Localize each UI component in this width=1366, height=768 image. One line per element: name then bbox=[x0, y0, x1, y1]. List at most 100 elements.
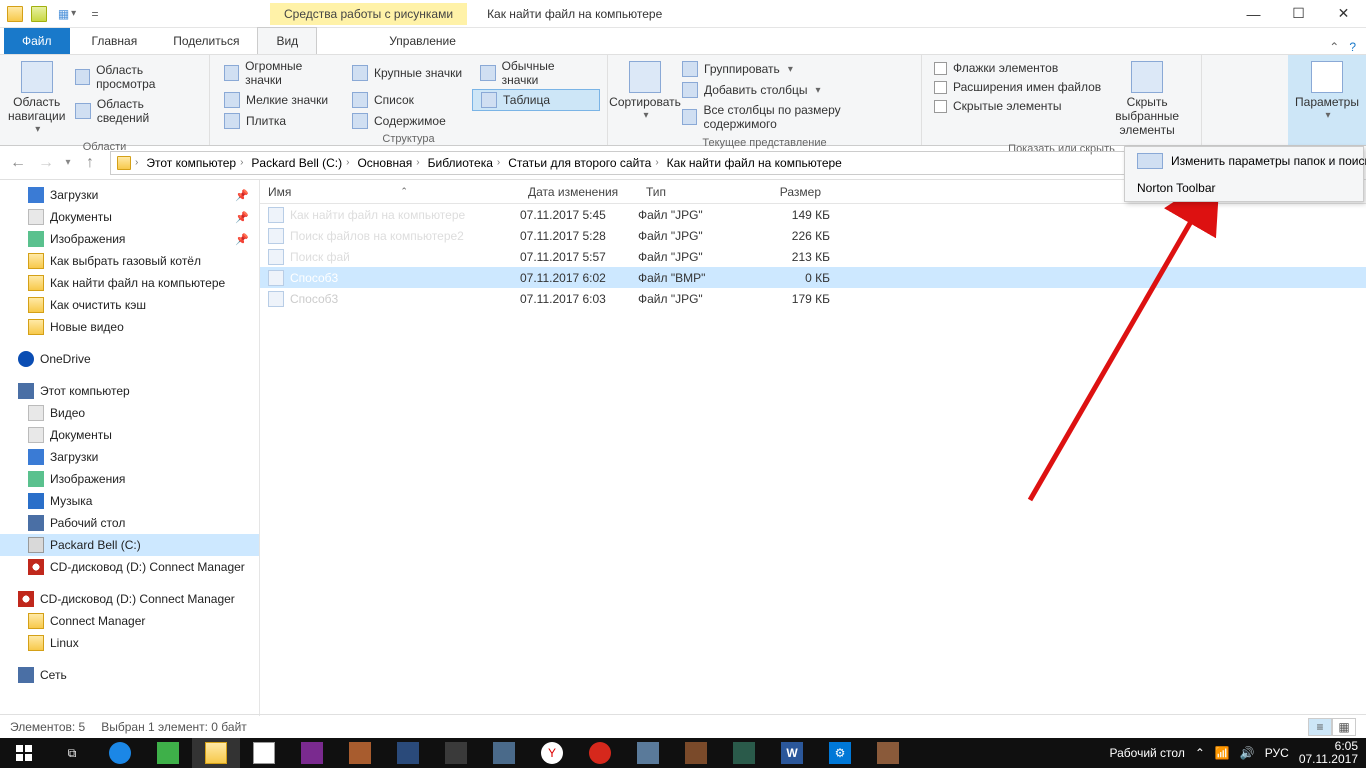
qat-overflow[interactable]: = bbox=[84, 3, 106, 25]
file-row[interactable]: Как найти файл на компьютере 07.11.2017 … bbox=[260, 204, 1366, 225]
tb-app[interactable] bbox=[672, 738, 720, 768]
tray-clock[interactable]: 6:0507.11.2017 bbox=[1299, 740, 1358, 766]
taskview-icon[interactable]: ⧉ bbox=[48, 738, 96, 768]
filename-extensions-toggle[interactable]: Расширения имен файлов bbox=[930, 78, 1105, 96]
tb-store[interactable] bbox=[240, 738, 288, 768]
show-desktop-label[interactable]: Рабочий стол bbox=[1110, 746, 1185, 760]
tree-item[interactable]: Как выбрать газовый котёл bbox=[0, 250, 259, 272]
item-checkboxes-toggle[interactable]: Флажки элементов bbox=[930, 59, 1105, 77]
tb-edge[interactable] bbox=[96, 738, 144, 768]
file-row[interactable]: Способ3 07.11.2017 6:02Файл "BMP"0 КБ bbox=[260, 267, 1366, 288]
navigation-pane-button[interactable]: Область навигации▾ bbox=[6, 57, 67, 139]
layout-small[interactable]: Мелкие значки bbox=[216, 89, 344, 111]
change-folder-options[interactable]: Изменить параметры папок и поиска bbox=[1125, 147, 1363, 175]
help-icon[interactable]: ? bbox=[1349, 40, 1356, 54]
tree-dvd2[interactable]: CD-дисковод (D:) Connect Manager bbox=[0, 588, 259, 610]
layout-huge[interactable]: Огромные значки bbox=[216, 57, 344, 89]
col-size[interactable]: Размер bbox=[758, 185, 830, 199]
col-type[interactable]: Тип bbox=[638, 185, 758, 199]
start-button[interactable] bbox=[0, 738, 48, 768]
file-row[interactable]: Способ3 07.11.2017 6:03Файл "JPG"179 КБ bbox=[260, 288, 1366, 309]
tb-app[interactable] bbox=[288, 738, 336, 768]
tree-cm[interactable]: Connect Manager bbox=[0, 610, 259, 632]
preview-pane-button[interactable]: Область просмотра bbox=[71, 61, 199, 93]
tree-documents2[interactable]: Документы bbox=[0, 424, 259, 446]
layout-tiles[interactable]: Плитка bbox=[216, 111, 344, 131]
col-name[interactable]: Имя⌃ bbox=[260, 185, 520, 199]
pin-icon[interactable] bbox=[28, 3, 50, 25]
tree-thispc[interactable]: Этот компьютер bbox=[0, 380, 259, 402]
tree-pictures2[interactable]: Изображения bbox=[0, 468, 259, 490]
taskbar: ⧉ Y W ⚙ Рабочий стол ⌃ 📶 🔊 РУС 6:0507.11… bbox=[0, 738, 1366, 768]
tree-cdrive[interactable]: Packard Bell (C:) bbox=[0, 534, 259, 556]
tree-item[interactable]: Как очистить кэш bbox=[0, 294, 259, 316]
tb-app[interactable] bbox=[384, 738, 432, 768]
file-row[interactable]: Поиск фай 07.11.2017 5:57Файл "JPG"213 К… bbox=[260, 246, 1366, 267]
tb-app[interactable] bbox=[432, 738, 480, 768]
up-button[interactable]: ↑ bbox=[76, 149, 104, 177]
tab-file[interactable]: Файл bbox=[4, 28, 70, 54]
file-row[interactable]: Поиск файлов на компьютере2 07.11.2017 5… bbox=[260, 225, 1366, 246]
properties-icon[interactable]: ▦▾ bbox=[52, 3, 82, 25]
layout-list[interactable]: Список bbox=[344, 89, 472, 111]
layout-large[interactable]: Крупные значки bbox=[344, 57, 472, 89]
tree-linux[interactable]: Linux bbox=[0, 632, 259, 654]
tree-downloads2[interactable]: Загрузки bbox=[0, 446, 259, 468]
hidden-items-toggle[interactable]: Скрытые элементы bbox=[930, 97, 1105, 115]
tree-downloads[interactable]: Загрузки📌 bbox=[0, 184, 259, 206]
group-by-button[interactable]: Группировать ▾ bbox=[678, 59, 913, 79]
tray-volume-icon[interactable]: 🔊 bbox=[1240, 746, 1255, 760]
tree-item[interactable]: Как найти файл на компьютере bbox=[0, 272, 259, 294]
tree-music[interactable]: Музыка bbox=[0, 490, 259, 512]
folder-icon[interactable] bbox=[4, 3, 26, 25]
tb-word[interactable]: W bbox=[768, 738, 816, 768]
view-details-icon[interactable]: ≡ bbox=[1308, 718, 1332, 736]
tb-paint[interactable] bbox=[864, 738, 912, 768]
hide-selected-button[interactable]: Скрыть выбранные элементы bbox=[1107, 57, 1187, 141]
file-list: Имя⌃ Дата изменения Тип Размер Как найти… bbox=[260, 180, 1366, 716]
tree-item[interactable]: Новые видео bbox=[0, 316, 259, 338]
back-button[interactable]: ← bbox=[4, 149, 32, 177]
layout-medium[interactable]: Обычные значки bbox=[472, 57, 600, 89]
recent-dropdown[interactable]: ▾ bbox=[60, 149, 76, 177]
tb-app[interactable] bbox=[144, 738, 192, 768]
tree-desktop[interactable]: Рабочий стол bbox=[0, 512, 259, 534]
tb-app[interactable] bbox=[336, 738, 384, 768]
forward-button[interactable]: → bbox=[32, 149, 60, 177]
maximize-button[interactable]: ☐ bbox=[1276, 0, 1321, 28]
tray-lang[interactable]: РУС bbox=[1265, 746, 1289, 760]
add-columns-button[interactable]: Добавить столбцы ▾ bbox=[678, 80, 913, 100]
ribbon-collapse-icon[interactable]: ⌃ bbox=[1329, 40, 1339, 54]
tree-videos[interactable]: Видео bbox=[0, 402, 259, 424]
tab-view[interactable]: Вид bbox=[257, 27, 317, 54]
layout-content[interactable]: Содержимое bbox=[344, 111, 472, 131]
norton-toolbar[interactable]: Norton Toolbar bbox=[1125, 175, 1363, 201]
tab-home[interactable]: Главная bbox=[74, 28, 156, 54]
tab-share[interactable]: Поделиться bbox=[155, 28, 257, 54]
tab-manage[interactable]: Управление bbox=[371, 28, 474, 54]
group-layout-label: Структура bbox=[216, 131, 601, 147]
tb-opera[interactable] bbox=[576, 738, 624, 768]
tree-onedrive[interactable]: OneDrive bbox=[0, 348, 259, 370]
tb-explorer[interactable] bbox=[192, 738, 240, 768]
tree-documents[interactable]: Документы📌 bbox=[0, 206, 259, 228]
tb-app[interactable] bbox=[624, 738, 672, 768]
details-pane-button[interactable]: Область сведений bbox=[71, 95, 199, 127]
tb-app[interactable] bbox=[720, 738, 768, 768]
layout-details[interactable]: Таблица bbox=[472, 89, 600, 111]
minimize-button[interactable]: — bbox=[1231, 0, 1276, 28]
options-button[interactable]: Параметры▾ bbox=[1294, 57, 1360, 125]
tree-dvd[interactable]: CD-дисковод (D:) Connect Manager bbox=[0, 556, 259, 578]
close-button[interactable]: ✕ bbox=[1321, 0, 1366, 28]
col-date[interactable]: Дата изменения bbox=[520, 185, 638, 199]
tray-network-icon[interactable]: 📶 bbox=[1215, 746, 1230, 760]
size-columns-button[interactable]: Все столбцы по размеру содержимого bbox=[678, 101, 913, 133]
tb-app[interactable] bbox=[480, 738, 528, 768]
tb-settings[interactable]: ⚙ bbox=[816, 738, 864, 768]
tree-network[interactable]: Сеть bbox=[0, 664, 259, 686]
tray-chevron-icon[interactable]: ⌃ bbox=[1195, 746, 1205, 760]
view-large-icon[interactable]: ▦ bbox=[1332, 718, 1356, 736]
tree-pictures[interactable]: Изображения📌 bbox=[0, 228, 259, 250]
sort-button[interactable]: Сортировать▾ bbox=[614, 57, 676, 135]
tb-yandex[interactable]: Y bbox=[528, 738, 576, 768]
